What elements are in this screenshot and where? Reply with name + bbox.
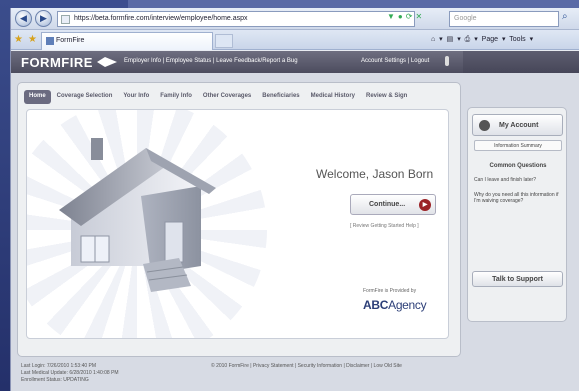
logo-mark-icon [97,57,117,67]
welcome-hero: Welcome, Jason Born Continue... ▶ [ Revi… [26,109,449,339]
tab-coverage-selection[interactable]: Coverage Selection [52,90,118,104]
forward-icon[interactable]: ▶ [35,10,52,27]
arrow-right-icon: ▶ [419,199,431,211]
account-icon [479,120,490,131]
tab-your-info[interactable]: Your Info [118,90,154,104]
tab-title: FormFire [56,37,85,44]
last-medical-update: Last Medical Update: 6/28/2010 1:40:08 P… [21,370,119,376]
provided-by-label: FormFire is Provided by [363,288,417,294]
account-links[interactable]: Account Settings | Logout [361,58,429,64]
tab-bar: ★★ FormFire ⌂ ▾ ▤ ▾ ⎙ ▾ Page ▾ Tools ▾ [11,30,579,50]
command-bar-label: Page ▾ Tools ▾ [481,36,534,43]
url-field[interactable]: https://beta.formfire.com/interview/empl… [57,11,415,27]
tab-other-coverages[interactable]: Other Coverages [198,90,256,104]
formfire-logo[interactable]: FORMFIRE [21,55,93,70]
search-input[interactable]: Google [449,11,559,27]
footer-links[interactable]: © 2010 FormFire | Privacy Statement | Se… [211,363,402,369]
page-icon [61,15,70,24]
tab-beneficiaries[interactable]: Beneficiaries [257,90,304,104]
welcome-heading: Welcome, Jason Born [316,167,434,181]
question-waiving-coverage[interactable]: Why do you need all this information if … [474,192,560,204]
information-summary-button[interactable]: Information Summary [474,140,562,151]
new-tab-button[interactable] [215,34,233,48]
content-panel: Home Coverage Selection Your Info Family… [17,82,461,357]
sidebar: My Account Information Summary Common Qu… [467,107,567,322]
agency-bold: ABC [363,298,389,312]
enrollment-status: Enrollment Status: UPDATING [21,377,89,383]
last-login: Last Login: 7/26/2010 1:53:40 PM [21,363,97,369]
review-help-link[interactable]: [ Review Getting Started Help ] [350,223,419,229]
header-handle-icon [445,56,449,66]
browser-window: ◀ ▶ https://beta.formfire.com/interview/… [10,8,579,391]
house-illustration [59,138,216,292]
backdrop-tab-shade [128,0,579,8]
section-tabs: Home Coverage Selection Your Info Family… [24,90,412,104]
common-questions-title: Common Questions [489,163,547,169]
talk-to-support-button[interactable]: Talk to Support [472,271,563,287]
session-info: Last Login: 7/26/2010 1:53:40 PM Last Me… [21,363,119,384]
header-right-shade [463,51,579,73]
browser-tab[interactable]: FormFire [41,32,213,50]
continue-label: Continue... [369,201,406,208]
tab-family-info[interactable]: Family Info [155,90,197,104]
tab-medical-history[interactable]: Medical History [306,90,360,104]
web-page: FORMFIRE Employer Info | Employee Status… [11,51,579,391]
my-account-label: My Account [499,122,539,129]
tab-favicon [46,37,54,45]
site-header: FORMFIRE Employer Info | Employee Status… [11,51,579,73]
refresh-stop-icons[interactable]: ▼●⟳✕ [387,12,425,21]
tab-home[interactable]: Home [24,90,51,104]
favorites-icon[interactable]: ★★ [14,34,42,45]
continue-button[interactable]: Continue... ▶ [350,194,436,215]
tab-review-sign[interactable]: Review & Sign [361,90,412,104]
header-nav-links[interactable]: Employer Info | Employee Status | Leave … [124,58,298,64]
question-leave-finish[interactable]: Can I leave and finish later? [474,177,560,183]
address-bar-row: ◀ ▶ https://beta.formfire.com/interview/… [11,8,579,30]
my-account-button[interactable]: My Account [472,114,563,136]
back-icon[interactable]: ◀ [15,10,32,27]
command-bar[interactable]: ⌂ ▾ ▤ ▾ ⎙ ▾ Page ▾ Tools ▾ [431,35,533,44]
agency-logo: ABCAgency [363,298,427,312]
url-text: https://beta.formfire.com/interview/empl… [74,15,248,22]
search-icon[interactable]: ⌕ [562,11,568,22]
desktop-backdrop-top [10,0,579,8]
desktop-backdrop [0,0,10,391]
agency-light: Agency [388,298,427,312]
